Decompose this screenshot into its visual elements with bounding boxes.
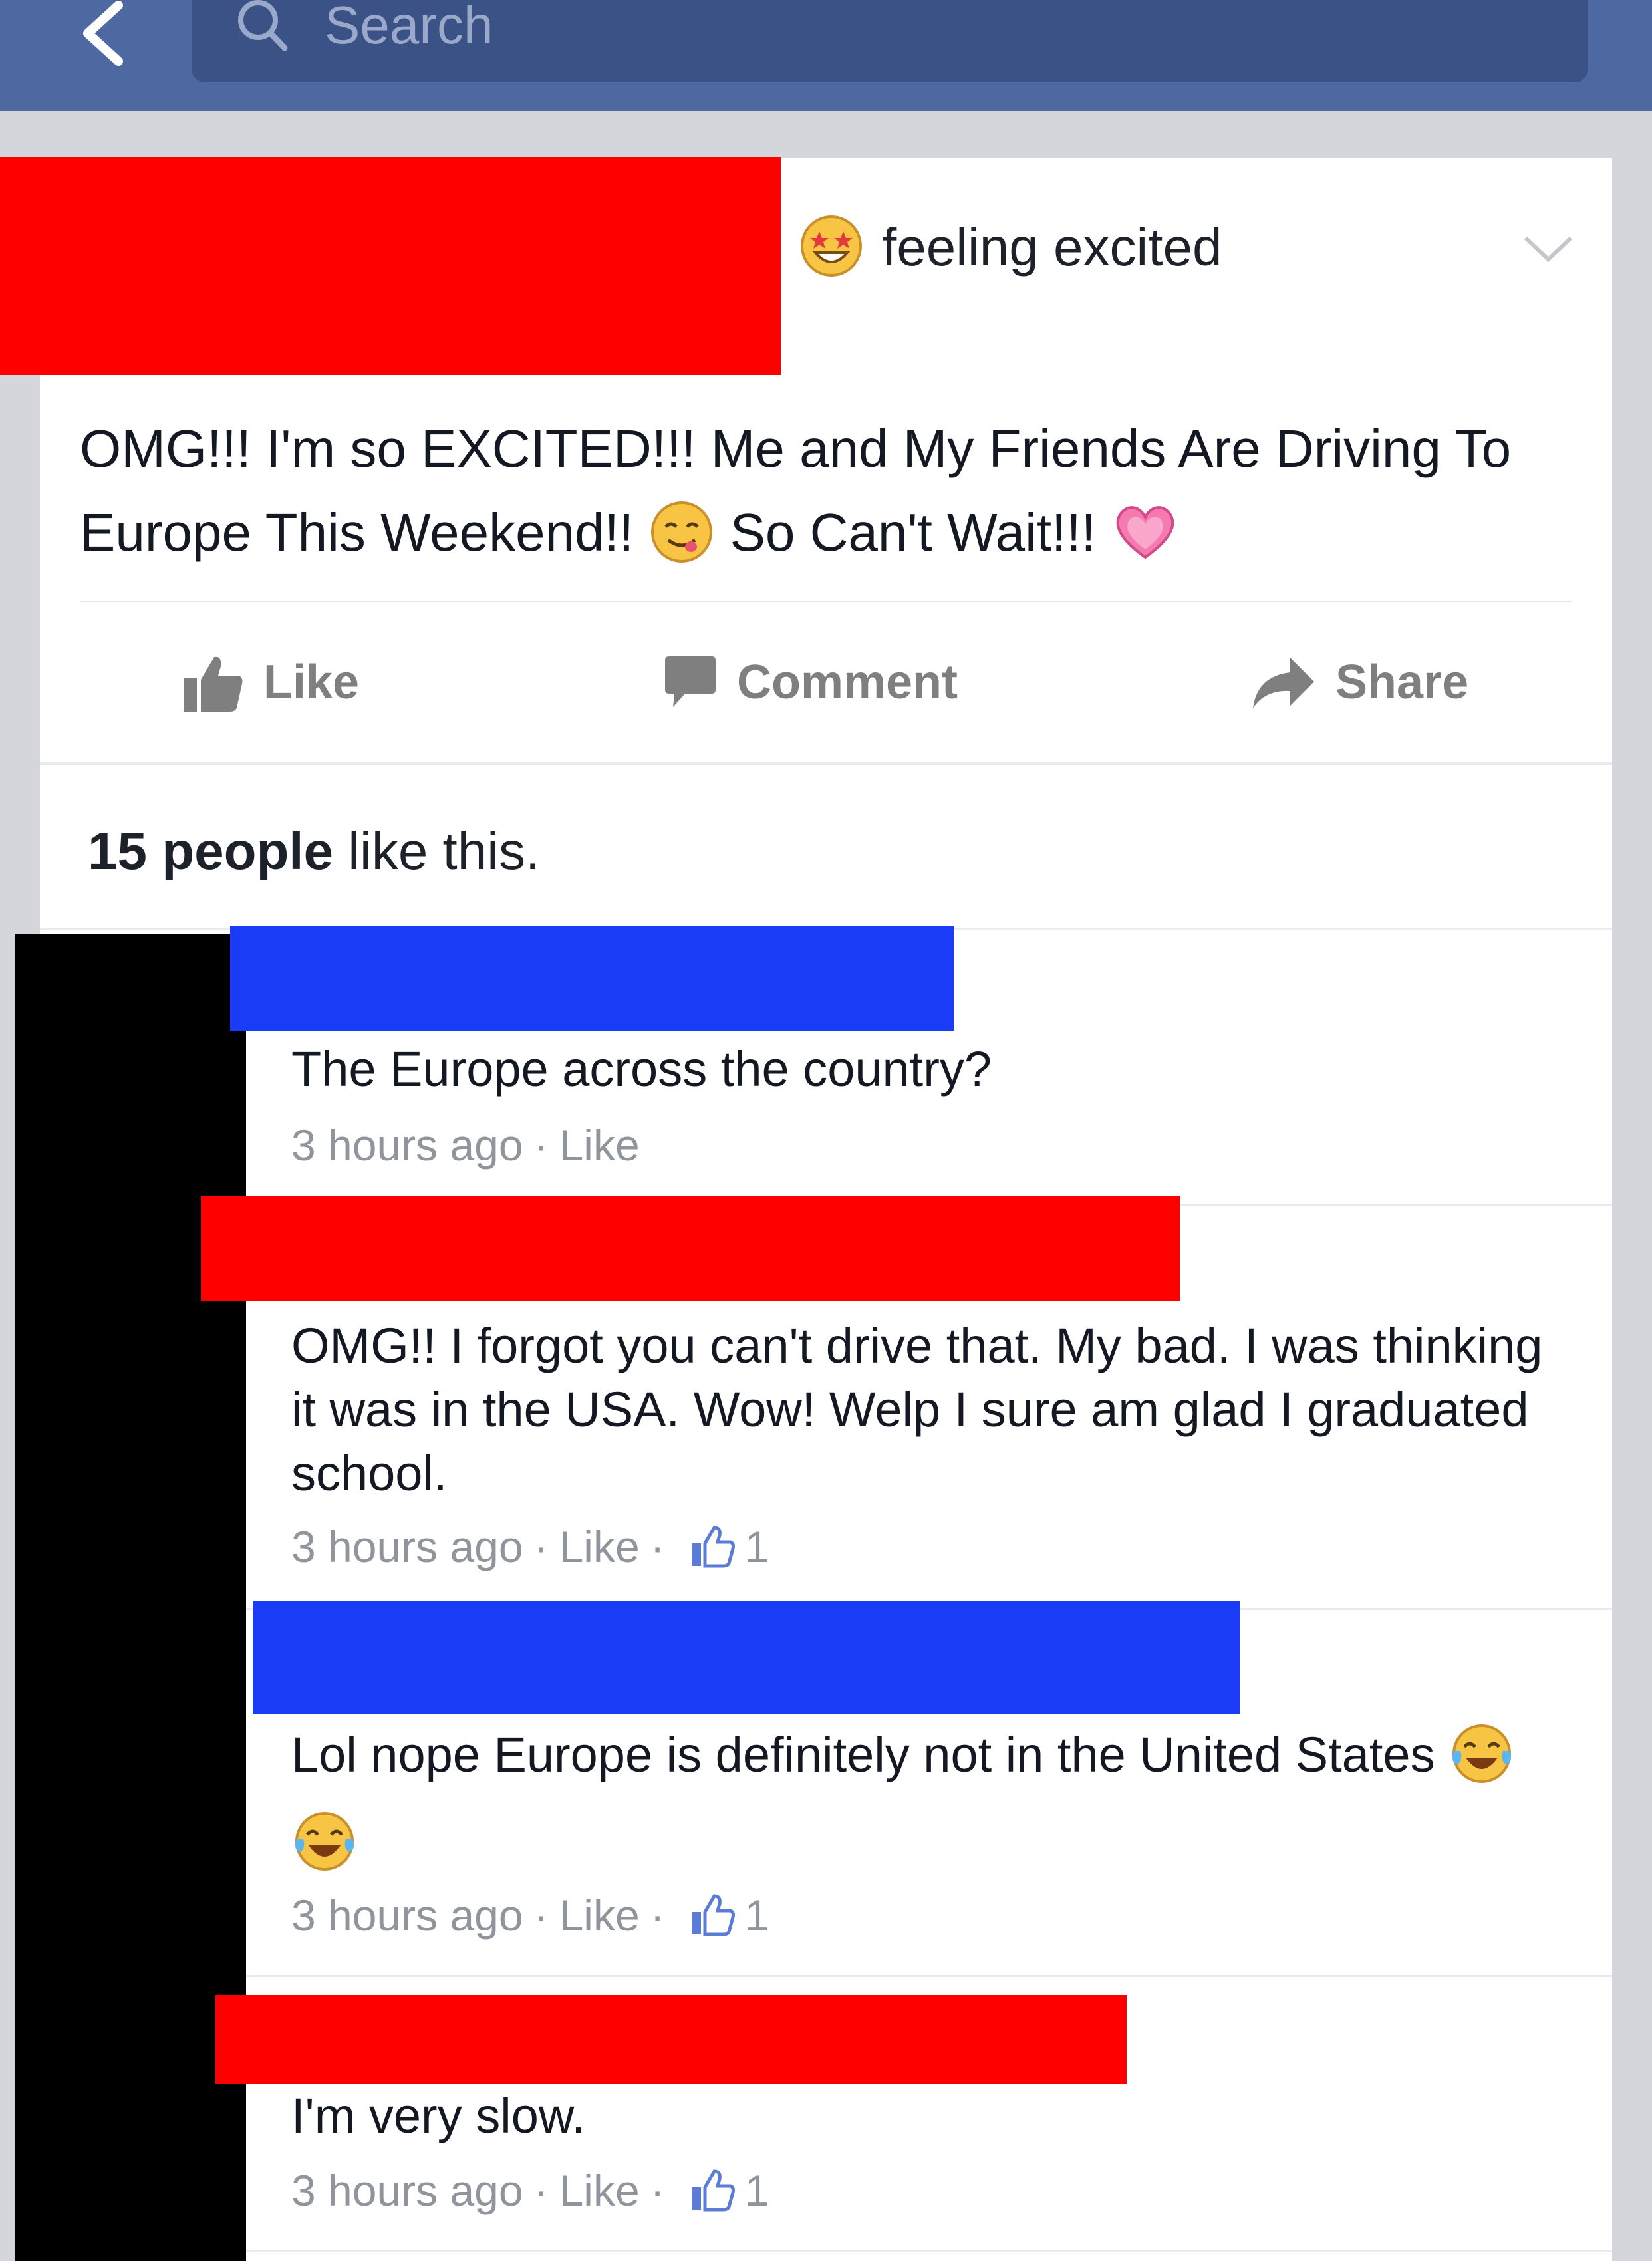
comment-text-wrap: Lol nope Europe is definitely not in the… [291, 1713, 1555, 1888]
thumbs-up-outline-icon [691, 1526, 735, 1568]
comment-like-link[interactable]: Like [559, 1119, 640, 1172]
comment-meta: 3 hours ago · Like · 1 [291, 1520, 769, 1573]
thumbs-up-outline-icon [691, 1894, 735, 1936]
comment-text: I'm very slow. [291, 2088, 585, 2143]
share-arrow-icon [1253, 658, 1314, 708]
comment-meta: 3 hours ago · Like · 1 [291, 1889, 769, 1942]
separator-dot: · [650, 2166, 665, 2215]
redacted-commenter-name [230, 926, 954, 1031]
comment-label: Comment [737, 656, 958, 709]
separator-dot: · [533, 1891, 549, 1940]
separator-dot: · [533, 1121, 549, 1170]
comment-meta: 3 hours ago · Like · 1 [291, 2164, 769, 2217]
post-text-line-1: OMG!!! I'm so EXCITED!!! Me and My Frien… [80, 419, 1512, 478]
comment-like-count: 1 [744, 2166, 769, 2215]
chevron-down-icon[interactable] [1519, 226, 1578, 270]
comment-timestamp: 3 hours ago [291, 1121, 523, 1170]
like-label: Like [263, 656, 360, 709]
redacted-commenter-name [201, 1196, 1180, 1301]
comment-timestamp: 3 hours ago [291, 2166, 523, 2215]
divider [246, 2250, 1612, 2252]
thumbs-up-icon [184, 656, 243, 712]
feeling-status: feeling excited [882, 217, 1222, 277]
share-label: Share [1335, 656, 1469, 709]
post-text-part-b: So Can't Wait!!! [730, 503, 1096, 562]
redacted-commenter-name [253, 1601, 1240, 1714]
search-icon [233, 0, 293, 60]
comment-like-link[interactable]: Like [559, 1889, 640, 1942]
divider [246, 1975, 1612, 1977]
comment-like-link[interactable]: Like [559, 2164, 640, 2217]
comment-like-count: 1 [744, 1522, 769, 1571]
separator-dot: · [650, 1891, 665, 1940]
comment-like-link[interactable]: Like [559, 1520, 640, 1573]
star-struck-emoji-icon [799, 214, 863, 278]
likes-count: 15 people [88, 821, 334, 880]
comment-meta: 3 hours ago · Like [291, 1119, 640, 1172]
comment-like-count: 1 [744, 1891, 769, 1940]
comment-text: The Europe across the country? [291, 1041, 992, 1097]
comment-bubble-icon [665, 656, 716, 707]
tears-of-joy-emoji-icon [291, 1804, 358, 1888]
likes-suffix: like this. [348, 821, 541, 880]
search-placeholder: Search [325, 0, 493, 55]
comment-timestamp: 3 hours ago [291, 1522, 523, 1571]
yum-face-emoji-icon [648, 495, 715, 579]
comment-timestamp: 3 hours ago [291, 1891, 523, 1940]
redacted-author-name [0, 157, 781, 375]
sparkling-heart-emoji-icon [1111, 495, 1180, 579]
post-text-part-a: Europe This Weekend!! [80, 503, 634, 562]
post-text-line-2: Europe This Weekend!! So Can't Wait!!! [80, 491, 1596, 579]
divider [40, 762, 1612, 765]
like-button[interactable]: Like [181, 642, 359, 722]
redacted-commenter-name [215, 1995, 1127, 2084]
comment-text: OMG!! I forgot you can't drive that. My … [291, 1318, 1543, 1501]
separator-dot: · [650, 1522, 665, 1571]
share-button[interactable]: Share [1250, 642, 1468, 722]
separator-dot: · [533, 2166, 549, 2215]
comment-button[interactable]: Comment [658, 642, 958, 722]
tears-of-joy-emoji-icon [1448, 1716, 1515, 1800]
separator-dot: · [533, 1522, 549, 1571]
likes-summary[interactable]: 15 people like this. [88, 818, 540, 884]
thumbs-up-outline-icon [691, 2169, 735, 2212]
divider [80, 601, 1572, 602]
post-text: OMG!!! I'm so EXCITED!!! Me and My Frien… [80, 407, 1596, 579]
redacted-avatars [15, 934, 246, 2261]
comment-text: Lol nope Europe is definitely not in the… [291, 1727, 1435, 1782]
back-arrow-icon[interactable] [72, 0, 138, 73]
